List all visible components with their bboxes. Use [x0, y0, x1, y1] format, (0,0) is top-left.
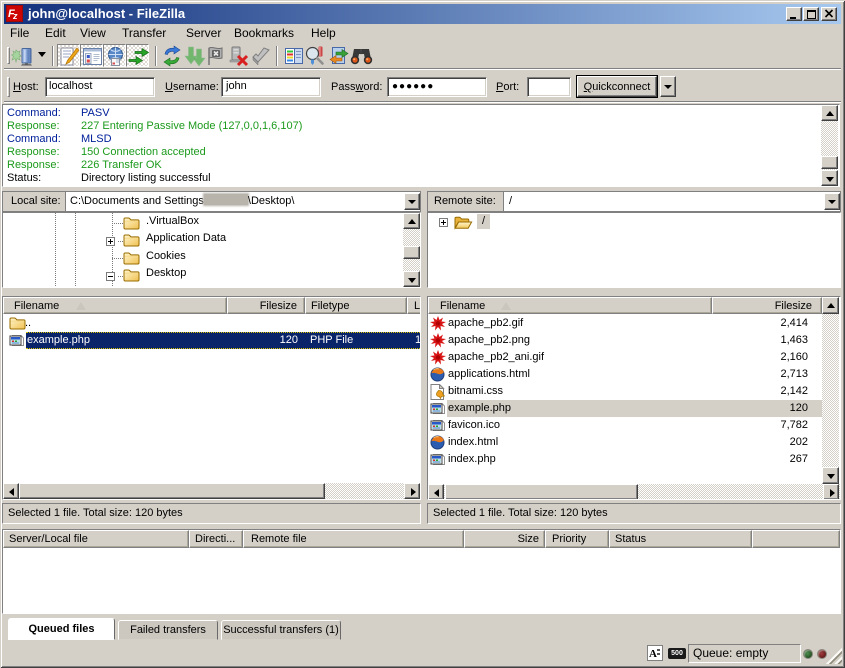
svg-text:A: A — [649, 648, 657, 660]
svg-text:z: z — [12, 11, 18, 21]
